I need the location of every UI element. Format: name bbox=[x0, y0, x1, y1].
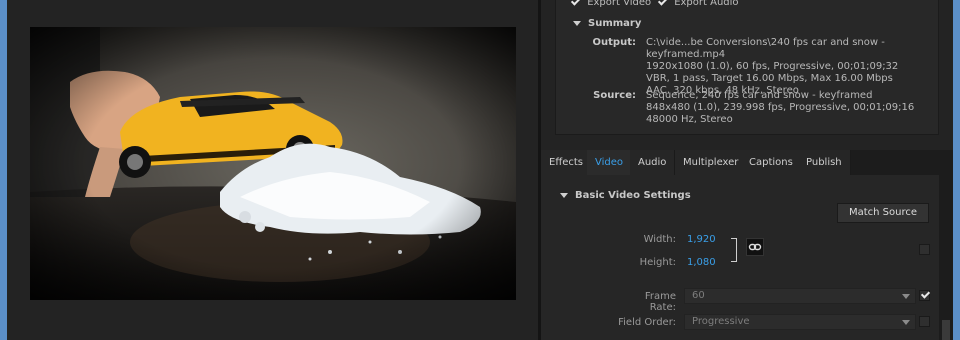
field-order-select[interactable]: Progressive bbox=[684, 314, 916, 330]
export-settings-panel: Export Video Export Audio Summary Output… bbox=[541, 0, 953, 340]
source-details: Sequence, 240 fps car and snow - keyfram… bbox=[646, 90, 914, 126]
resolution-match-checkbox[interactable] bbox=[919, 244, 930, 255]
aspect-bracket bbox=[731, 238, 737, 262]
basic-video-header[interactable]: Basic Video Settings bbox=[560, 190, 691, 201]
source-line: Sequence, 240 fps car and snow - keyfram… bbox=[646, 90, 873, 101]
export-video-checkbox[interactable] bbox=[570, 0, 580, 7]
chain-link-icon bbox=[748, 243, 762, 251]
summary-section: Export Video Export Audio Summary Output… bbox=[555, 0, 939, 135]
height-value[interactable]: 1,080 bbox=[687, 257, 716, 268]
settings-tab-bar: Effects Video Audio Multiplexer Captions… bbox=[541, 150, 953, 175]
export-audio-label: Export Audio bbox=[674, 0, 739, 8]
tab-effects[interactable]: Effects bbox=[541, 150, 592, 175]
chevron-down-icon bbox=[902, 320, 910, 325]
video-preview bbox=[30, 27, 516, 300]
checkmark-icon bbox=[920, 290, 930, 300]
scrollbar-thumb[interactable] bbox=[942, 320, 950, 340]
frame-rate-label: Frame Rate: bbox=[644, 291, 676, 313]
width-label: Width: bbox=[643, 234, 676, 245]
chevron-down-icon bbox=[902, 294, 910, 299]
basic-video-settings: Basic Video Settings Match Source Width:… bbox=[541, 175, 939, 340]
output-line: C:\vide...be Conversions\240 fps car and… bbox=[646, 37, 885, 60]
output-details: C:\vide...be Conversions\240 fps car and… bbox=[646, 37, 938, 97]
collapse-triangle-icon[interactable] bbox=[573, 20, 581, 26]
tab-captions[interactable]: Captions bbox=[741, 150, 802, 175]
export-video-option[interactable]: Export Video bbox=[570, 0, 651, 8]
height-label: Height: bbox=[639, 257, 676, 268]
field-order-value: Progressive bbox=[692, 316, 750, 327]
settings-scrollbar[interactable] bbox=[939, 175, 953, 340]
collapse-triangle-icon[interactable] bbox=[560, 192, 568, 198]
preview-panel bbox=[7, 0, 538, 340]
frame-rate-value: 60 bbox=[692, 290, 705, 301]
output-line: 1920x1080 (1.0), 60 fps, Progressive, 00… bbox=[646, 61, 899, 72]
window-frame-left bbox=[0, 0, 7, 340]
summary-header[interactable]: Summary bbox=[573, 18, 641, 29]
field-order-match-checkbox[interactable] bbox=[919, 316, 930, 327]
window-frame-right bbox=[953, 0, 960, 340]
source-line: 48000 Hz, Stereo bbox=[646, 114, 733, 125]
output-line: VBR, 1 pass, Target 16.00 Mbps, Max 16.0… bbox=[646, 73, 893, 84]
tab-publish[interactable]: Publish bbox=[798, 150, 851, 175]
frame-rate-select[interactable]: 60 bbox=[684, 288, 916, 304]
video-frame-image bbox=[30, 27, 516, 300]
tab-video[interactable]: Video bbox=[587, 150, 633, 175]
width-value[interactable]: 1,920 bbox=[687, 234, 716, 245]
output-label: Output: bbox=[592, 37, 636, 48]
match-source-button[interactable]: Match Source bbox=[837, 203, 929, 223]
export-audio-option[interactable]: Export Audio bbox=[657, 0, 739, 8]
source-line: 848x480 (1.0), 239.998 fps, Progressive,… bbox=[646, 102, 915, 113]
summary-title: Summary bbox=[588, 18, 642, 29]
export-video-label: Export Video bbox=[587, 0, 652, 8]
link-dimensions-button[interactable] bbox=[746, 238, 764, 256]
field-order-label: Field Order: bbox=[618, 317, 676, 328]
basic-video-title: Basic Video Settings bbox=[575, 190, 691, 201]
tab-multiplexer[interactable]: Multiplexer bbox=[675, 150, 748, 175]
tab-audio[interactable]: Audio bbox=[630, 150, 676, 175]
export-audio-checkbox[interactable] bbox=[657, 0, 667, 7]
frame-rate-match-checkbox[interactable] bbox=[919, 290, 930, 301]
source-label: Source: bbox=[593, 90, 636, 101]
